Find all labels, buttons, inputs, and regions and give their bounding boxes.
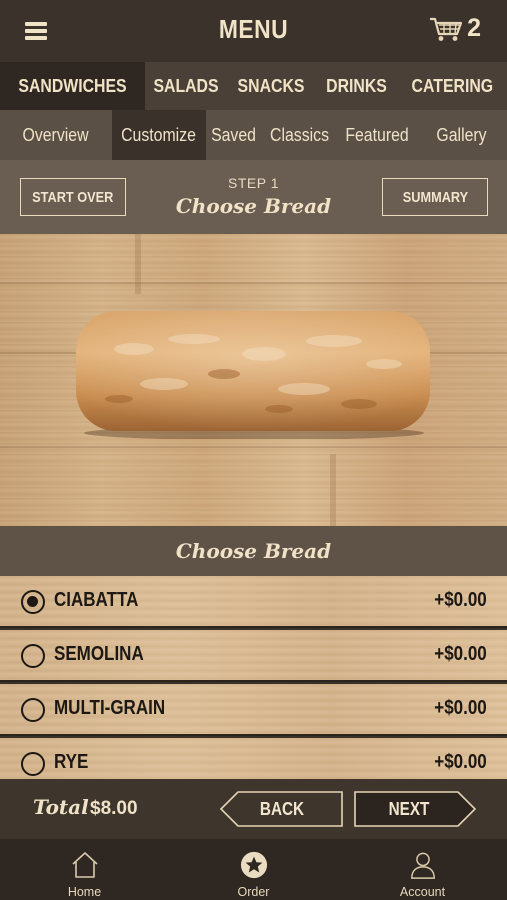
subtab-customize[interactable]: Customize bbox=[112, 110, 206, 160]
subtab-overview[interactable]: Overview bbox=[0, 110, 112, 160]
person-icon bbox=[410, 852, 435, 879]
bread-preview bbox=[0, 234, 507, 526]
top-bar: MENU 2 bbox=[0, 0, 507, 62]
section-title: Choose Bread bbox=[0, 526, 507, 576]
radio-unselected[interactable] bbox=[21, 698, 45, 722]
tab-catering[interactable]: CATERING bbox=[398, 62, 507, 110]
cart-button[interactable]: 2 bbox=[429, 14, 481, 43]
bread-options-list: CIABATTA +$0.00 SEMOLINA +$0.00 MULTI-GR… bbox=[0, 576, 507, 779]
total-label: Total bbox=[33, 795, 89, 819]
option-ciabatta[interactable]: CIABATTA +$0.00 bbox=[0, 576, 507, 628]
subtab-classics[interactable]: Classics bbox=[262, 110, 337, 160]
next-button[interactable]: NEXT bbox=[354, 791, 476, 827]
subtab-gallery[interactable]: Gallery bbox=[417, 110, 507, 160]
subtab-saved[interactable]: Saved bbox=[206, 110, 262, 160]
back-button[interactable]: BACK bbox=[220, 791, 344, 827]
tab-sandwiches[interactable]: SANDWICHES bbox=[0, 62, 145, 110]
step-bar: START OVER STEP 1 Choose Bread SUMMARY bbox=[0, 160, 507, 234]
bottom-tab-bar: Home Order Account bbox=[0, 839, 507, 900]
tab-account[interactable]: Account bbox=[338, 839, 507, 900]
option-multi-grain[interactable]: MULTI-GRAIN +$0.00 bbox=[0, 684, 507, 736]
summary-button[interactable]: SUMMARY bbox=[382, 178, 488, 216]
star-badge-icon bbox=[240, 851, 267, 879]
tab-salads[interactable]: SALADS bbox=[145, 62, 227, 110]
tab-order[interactable]: Order bbox=[169, 839, 338, 900]
tab-drinks[interactable]: DRINKS bbox=[316, 62, 398, 110]
subtab-featured[interactable]: Featured bbox=[337, 110, 417, 160]
cart-icon bbox=[430, 17, 463, 41]
total-bar: Total $8.00 BACK NEXT bbox=[0, 779, 507, 839]
tab-home[interactable]: Home bbox=[0, 839, 169, 900]
ciabatta-bread-image bbox=[76, 311, 430, 439]
option-rye[interactable]: RYE +$0.00 bbox=[0, 738, 507, 779]
page-title: MENU bbox=[218, 14, 289, 44]
cart-count-badge: 2 bbox=[467, 14, 481, 42]
radio-selected[interactable] bbox=[21, 590, 45, 614]
category-tabs: SANDWICHES SALADS SNACKS DRINKS CATERING bbox=[0, 62, 507, 110]
home-icon bbox=[71, 852, 98, 878]
tab-snacks[interactable]: SNACKS bbox=[227, 62, 316, 110]
sub-tabs: Overview Customize Saved Classics Featur… bbox=[0, 110, 507, 160]
option-semolina[interactable]: SEMOLINA +$0.00 bbox=[0, 630, 507, 682]
radio-unselected[interactable] bbox=[21, 752, 45, 776]
radio-unselected[interactable] bbox=[21, 644, 45, 668]
total-value: $8.00 bbox=[90, 798, 138, 819]
